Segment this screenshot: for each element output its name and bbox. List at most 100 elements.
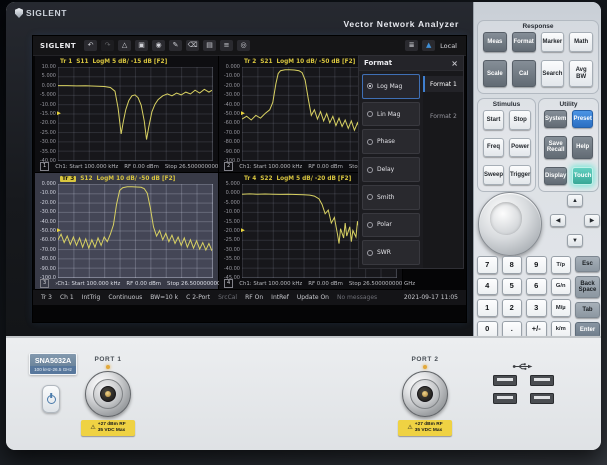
tick-label: -30.00 (220, 247, 240, 253)
key-system[interactable]: System (544, 110, 567, 128)
key-save-recall[interactable]: Save Recall (544, 136, 567, 160)
key-stop[interactable]: Stop (509, 110, 531, 130)
key-5[interactable]: 5 (502, 278, 523, 296)
key-9[interactable]: 9 (526, 256, 547, 274)
format-option-lin-mag[interactable]: Lin Mag (362, 102, 420, 127)
key-scale[interactable]: Scale (483, 60, 507, 87)
format-option-label: Smith (377, 194, 394, 201)
display-icon[interactable]: ▣ (135, 40, 148, 51)
trace-meas: S22 (260, 176, 272, 182)
front-keys-panel: Response MeasFormatMarkerMath ScaleCalSea… (473, 2, 601, 342)
key-m[interactable]: M/µ (551, 299, 572, 317)
trace-s11 (58, 67, 212, 160)
tick-label: -35.00 (36, 149, 56, 155)
key-8[interactable]: 8 (502, 256, 523, 274)
tab-format-2[interactable]: Format 2 (423, 108, 463, 124)
key-g-n[interactable]: G/n (551, 278, 572, 296)
key-sweep[interactable]: Sweep (483, 165, 504, 185)
trace-id: Tr 3 (60, 176, 76, 182)
key-display[interactable]: Display (544, 167, 567, 185)
tick-label: -5.000 (220, 200, 240, 206)
arrow-left-key[interactable]: ◀ (550, 214, 566, 227)
response-group-label: Response (478, 23, 598, 30)
format-option-phase[interactable]: Phase (362, 129, 420, 154)
key-1[interactable]: 1 (477, 299, 498, 317)
stimulus-group: Stimulus StartStopFreqPowerSweepTrigger (477, 98, 536, 192)
quadrant-1[interactable]: Tr 1S11LogM 5 dB/ -15 dB [F2]10.005.0000… (35, 56, 219, 173)
close-icon[interactable]: × (451, 59, 458, 68)
footer-rf: RF 0.00 dBm (308, 164, 343, 170)
toolbar-right-icons: ≣▲ (405, 40, 435, 51)
knob-dimple (490, 202, 522, 234)
key-esc[interactable]: Esc (575, 256, 600, 272)
key-math[interactable]: Math (569, 32, 593, 52)
trace-format: LogM 5 dB/ -15 dB [F2] (92, 59, 167, 65)
print-icon[interactable]: ≡ (220, 40, 233, 51)
key-search[interactable]: Search (541, 60, 565, 87)
plots-grid: Tr 1S11LogM 5 dB/ -15 dB [F2]10.005.0000… (35, 56, 403, 290)
power-button[interactable] (42, 385, 60, 413)
status-tr-3: Tr 3 (41, 294, 52, 301)
key-start[interactable]: Start (483, 110, 504, 130)
vna-instrument: SIGLENT Vector Network Analyzer SIGLENT … (6, 2, 601, 450)
response-group: Response MeasFormatMarkerMath ScaleCalSea… (477, 20, 599, 94)
messages-icon[interactable]: ≣ (405, 40, 418, 51)
undo-icon[interactable]: ↶ (84, 40, 97, 51)
tick-label: -20.00 (220, 228, 240, 234)
key-7[interactable]: 7 (477, 256, 498, 274)
cal-icon[interactable]: △ (118, 40, 131, 51)
key-cal[interactable]: Cal (512, 60, 536, 87)
utility-buttons: System Preset Save RecallHelp Display Touch (544, 110, 593, 185)
tick-label: -20.00 (36, 120, 56, 126)
screenshot-icon[interactable]: ◉ (152, 40, 165, 51)
key-avg-bw[interactable]: Avg BW (569, 60, 593, 87)
key-power[interactable]: Power (509, 138, 531, 158)
status-srccal: SrcCal (218, 294, 237, 301)
tab-format-1[interactable]: Format 1 (423, 76, 463, 92)
arrow-down-key[interactable]: ▼ (567, 234, 583, 247)
format-option-delay[interactable]: Delay (362, 157, 420, 182)
format-option-smith[interactable]: Smith (362, 185, 420, 210)
key-trigger[interactable]: Trigger (509, 165, 531, 185)
rotary-knob[interactable] (478, 192, 542, 256)
format-option-log-mag[interactable]: Log Mag (362, 74, 420, 99)
status-bar: Tr 3Ch 1IntTrigContinuousBW=10 kC 2-Port… (33, 290, 466, 305)
tick-label: -40.00 (220, 102, 240, 108)
key-6[interactable]: 6 (526, 278, 547, 296)
lan-icon[interactable]: ▲ (422, 40, 435, 51)
format-option-polar[interactable]: Polar (362, 213, 420, 238)
arrow-right-key[interactable]: ▶ (584, 214, 600, 227)
tick-label: -25.00 (36, 130, 56, 136)
key-4[interactable]: 4 (477, 278, 498, 296)
marker-icon[interactable]: ✎ (169, 40, 182, 51)
key-meas[interactable]: Meas (483, 32, 507, 52)
utility-group: Utility SystemPresetSave RecallHelpDispl… (538, 98, 599, 192)
key-back-space[interactable]: Back Space (575, 276, 600, 298)
warning-line2: 35 VDC Max (98, 428, 126, 434)
redo-icon[interactable]: ↷ (101, 40, 114, 51)
key-preset[interactable]: Preset (572, 110, 593, 128)
format-option-swr[interactable]: SWR (362, 240, 420, 265)
key-format[interactable]: Format (512, 32, 536, 52)
stimulus-buttons: StartStopFreqPowerSweepTrigger (483, 110, 530, 185)
local-mode-label[interactable]: Local (440, 42, 457, 50)
clear-icon[interactable]: ⌫ (186, 40, 199, 51)
key-touch[interactable]: Touch (572, 167, 593, 185)
key-2[interactable]: 2 (502, 299, 523, 317)
tick-label: -10.00 (36, 102, 56, 108)
quadrant-3[interactable]: Tr 3S12LogM 10 dB/ -50 dB [F2]0.000-10.0… (35, 173, 219, 290)
port1-connector (85, 371, 131, 417)
key-t-p[interactable]: T/p (551, 256, 572, 274)
save-icon[interactable]: ▤ (203, 40, 216, 51)
model-number: SNA5032A (30, 354, 76, 366)
radio-icon (367, 250, 373, 256)
arrow-up-key[interactable]: ▲ (567, 194, 583, 207)
camera-icon[interactable]: ◎ (237, 40, 250, 51)
key-tab[interactable]: Tab (575, 302, 600, 318)
key-marker[interactable]: Marker (541, 32, 565, 52)
key-3[interactable]: 3 (526, 299, 547, 317)
footer-stop: Stop 26.500000000 GHz (349, 281, 415, 287)
key-help[interactable]: Help (572, 136, 593, 160)
key-freq[interactable]: Freq (483, 138, 504, 158)
warning-text: +27 dBm RF 35 VDC Max (415, 422, 443, 434)
